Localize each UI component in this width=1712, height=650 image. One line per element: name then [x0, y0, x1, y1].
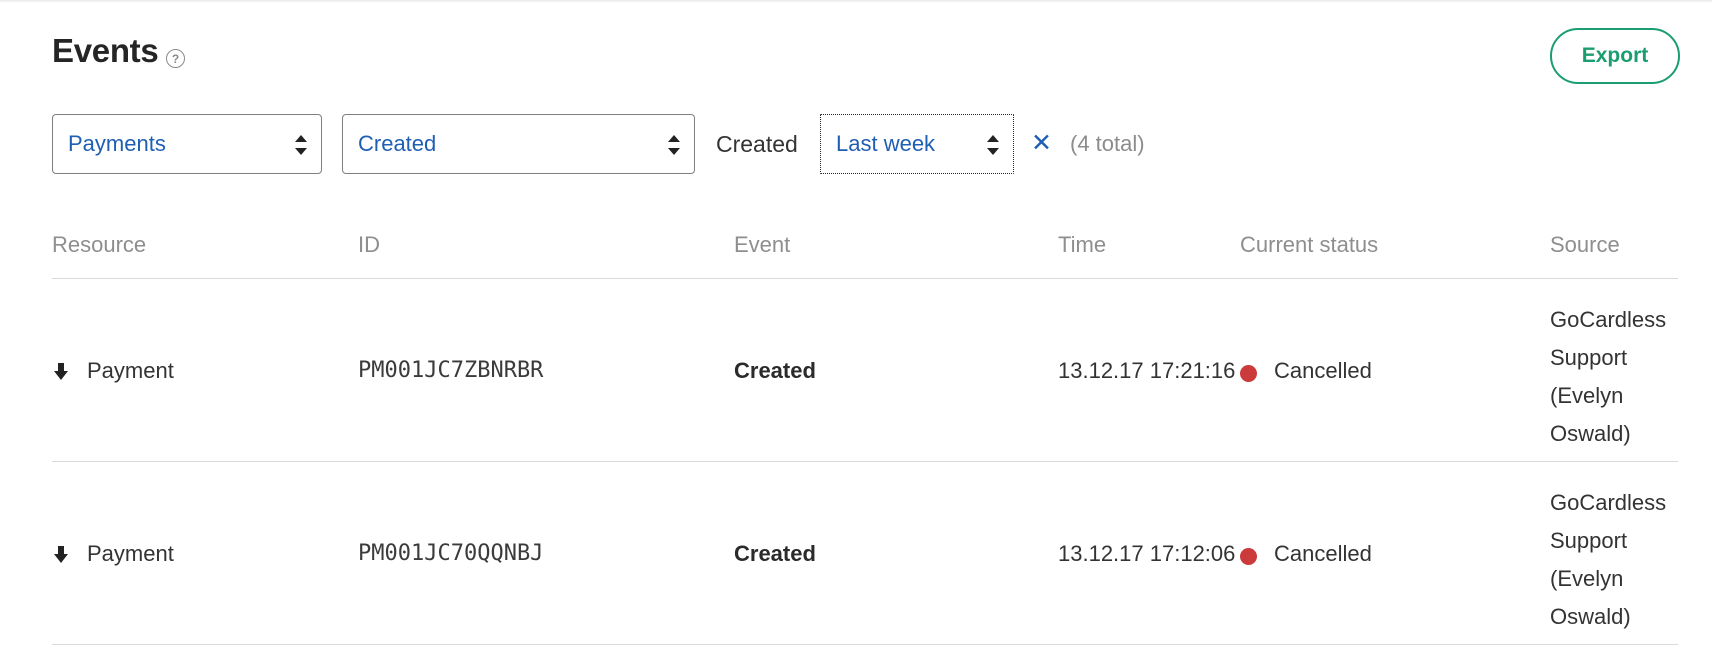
event-cell: Created [734, 358, 816, 383]
arrow-down-icon [54, 363, 68, 380]
date-filter-label: Created [716, 131, 798, 157]
source-line: (Evelyn [1550, 566, 1624, 591]
page-title: Events [52, 32, 159, 69]
export-button[interactable]: Export [1550, 28, 1680, 84]
date-range-select[interactable]: Last week [820, 114, 1014, 174]
event-cell: Created [734, 541, 816, 566]
table-row[interactable]: Payment PM001JC70QQNBJ Created 13.12.17 … [52, 462, 1678, 644]
source-line: GoCardless [1550, 490, 1667, 515]
table-row[interactable]: Payment PM001JC7ZBNRBR Created 13.12.17 … [52, 279, 1678, 461]
sort-updown-icon [987, 135, 999, 155]
help-glyph: ? [171, 51, 180, 66]
status-dot [1240, 548, 1257, 565]
resource-cell: Payment [87, 358, 174, 383]
column-header-current-status[interactable]: Current status [1240, 232, 1378, 258]
date-range-value: Last week [836, 131, 936, 156]
time-cell: 13.12.17 17:12:06 [1058, 541, 1236, 566]
id-cell[interactable]: PM001JC70QQNBJ [358, 541, 543, 566]
action-filter-value: Created [358, 131, 437, 156]
column-header-event[interactable]: Event [734, 232, 790, 258]
sort-updown-icon [295, 135, 307, 155]
resource-cell: Payment [87, 541, 174, 566]
source-line: (Evelyn [1550, 383, 1624, 408]
resource-filter-value: Payments [68, 131, 166, 156]
sort-updown-icon [668, 135, 680, 155]
column-header-time[interactable]: Time [1058, 232, 1106, 258]
action-filter-select[interactable]: Created [342, 114, 695, 174]
resource-filter-select[interactable]: Payments [52, 114, 322, 174]
arrow-down-icon [54, 546, 68, 563]
id-cell[interactable]: PM001JC7ZBNRBR [358, 358, 543, 383]
status-cell: Cancelled [1274, 358, 1372, 383]
source-cell: GoCardless Support (Evelyn Oswald) [1550, 484, 1678, 636]
status-cell: Cancelled [1274, 541, 1372, 566]
total-count: (4 total) [1070, 131, 1145, 156]
column-header-id[interactable]: ID [358, 232, 380, 258]
question-circle-icon[interactable]: ? [166, 49, 185, 68]
row-divider [52, 644, 1678, 645]
source-cell: GoCardless Support (Evelyn Oswald) [1550, 301, 1678, 453]
source-line: GoCardless [1550, 307, 1667, 332]
source-line: Oswald) [1550, 604, 1631, 629]
column-header-source[interactable]: Source [1550, 232, 1620, 258]
time-cell: 13.12.17 17:21:16 [1058, 358, 1236, 383]
events-page: Events ? Export Payments Created Created… [52, 0, 1680, 650]
column-header-resource[interactable]: Resource [52, 232, 146, 258]
close-icon[interactable]: ✕ [1031, 128, 1052, 158]
source-line: Oswald) [1550, 421, 1631, 446]
source-line: Support [1550, 345, 1628, 370]
status-dot [1240, 365, 1257, 382]
source-line: Support [1550, 528, 1628, 553]
